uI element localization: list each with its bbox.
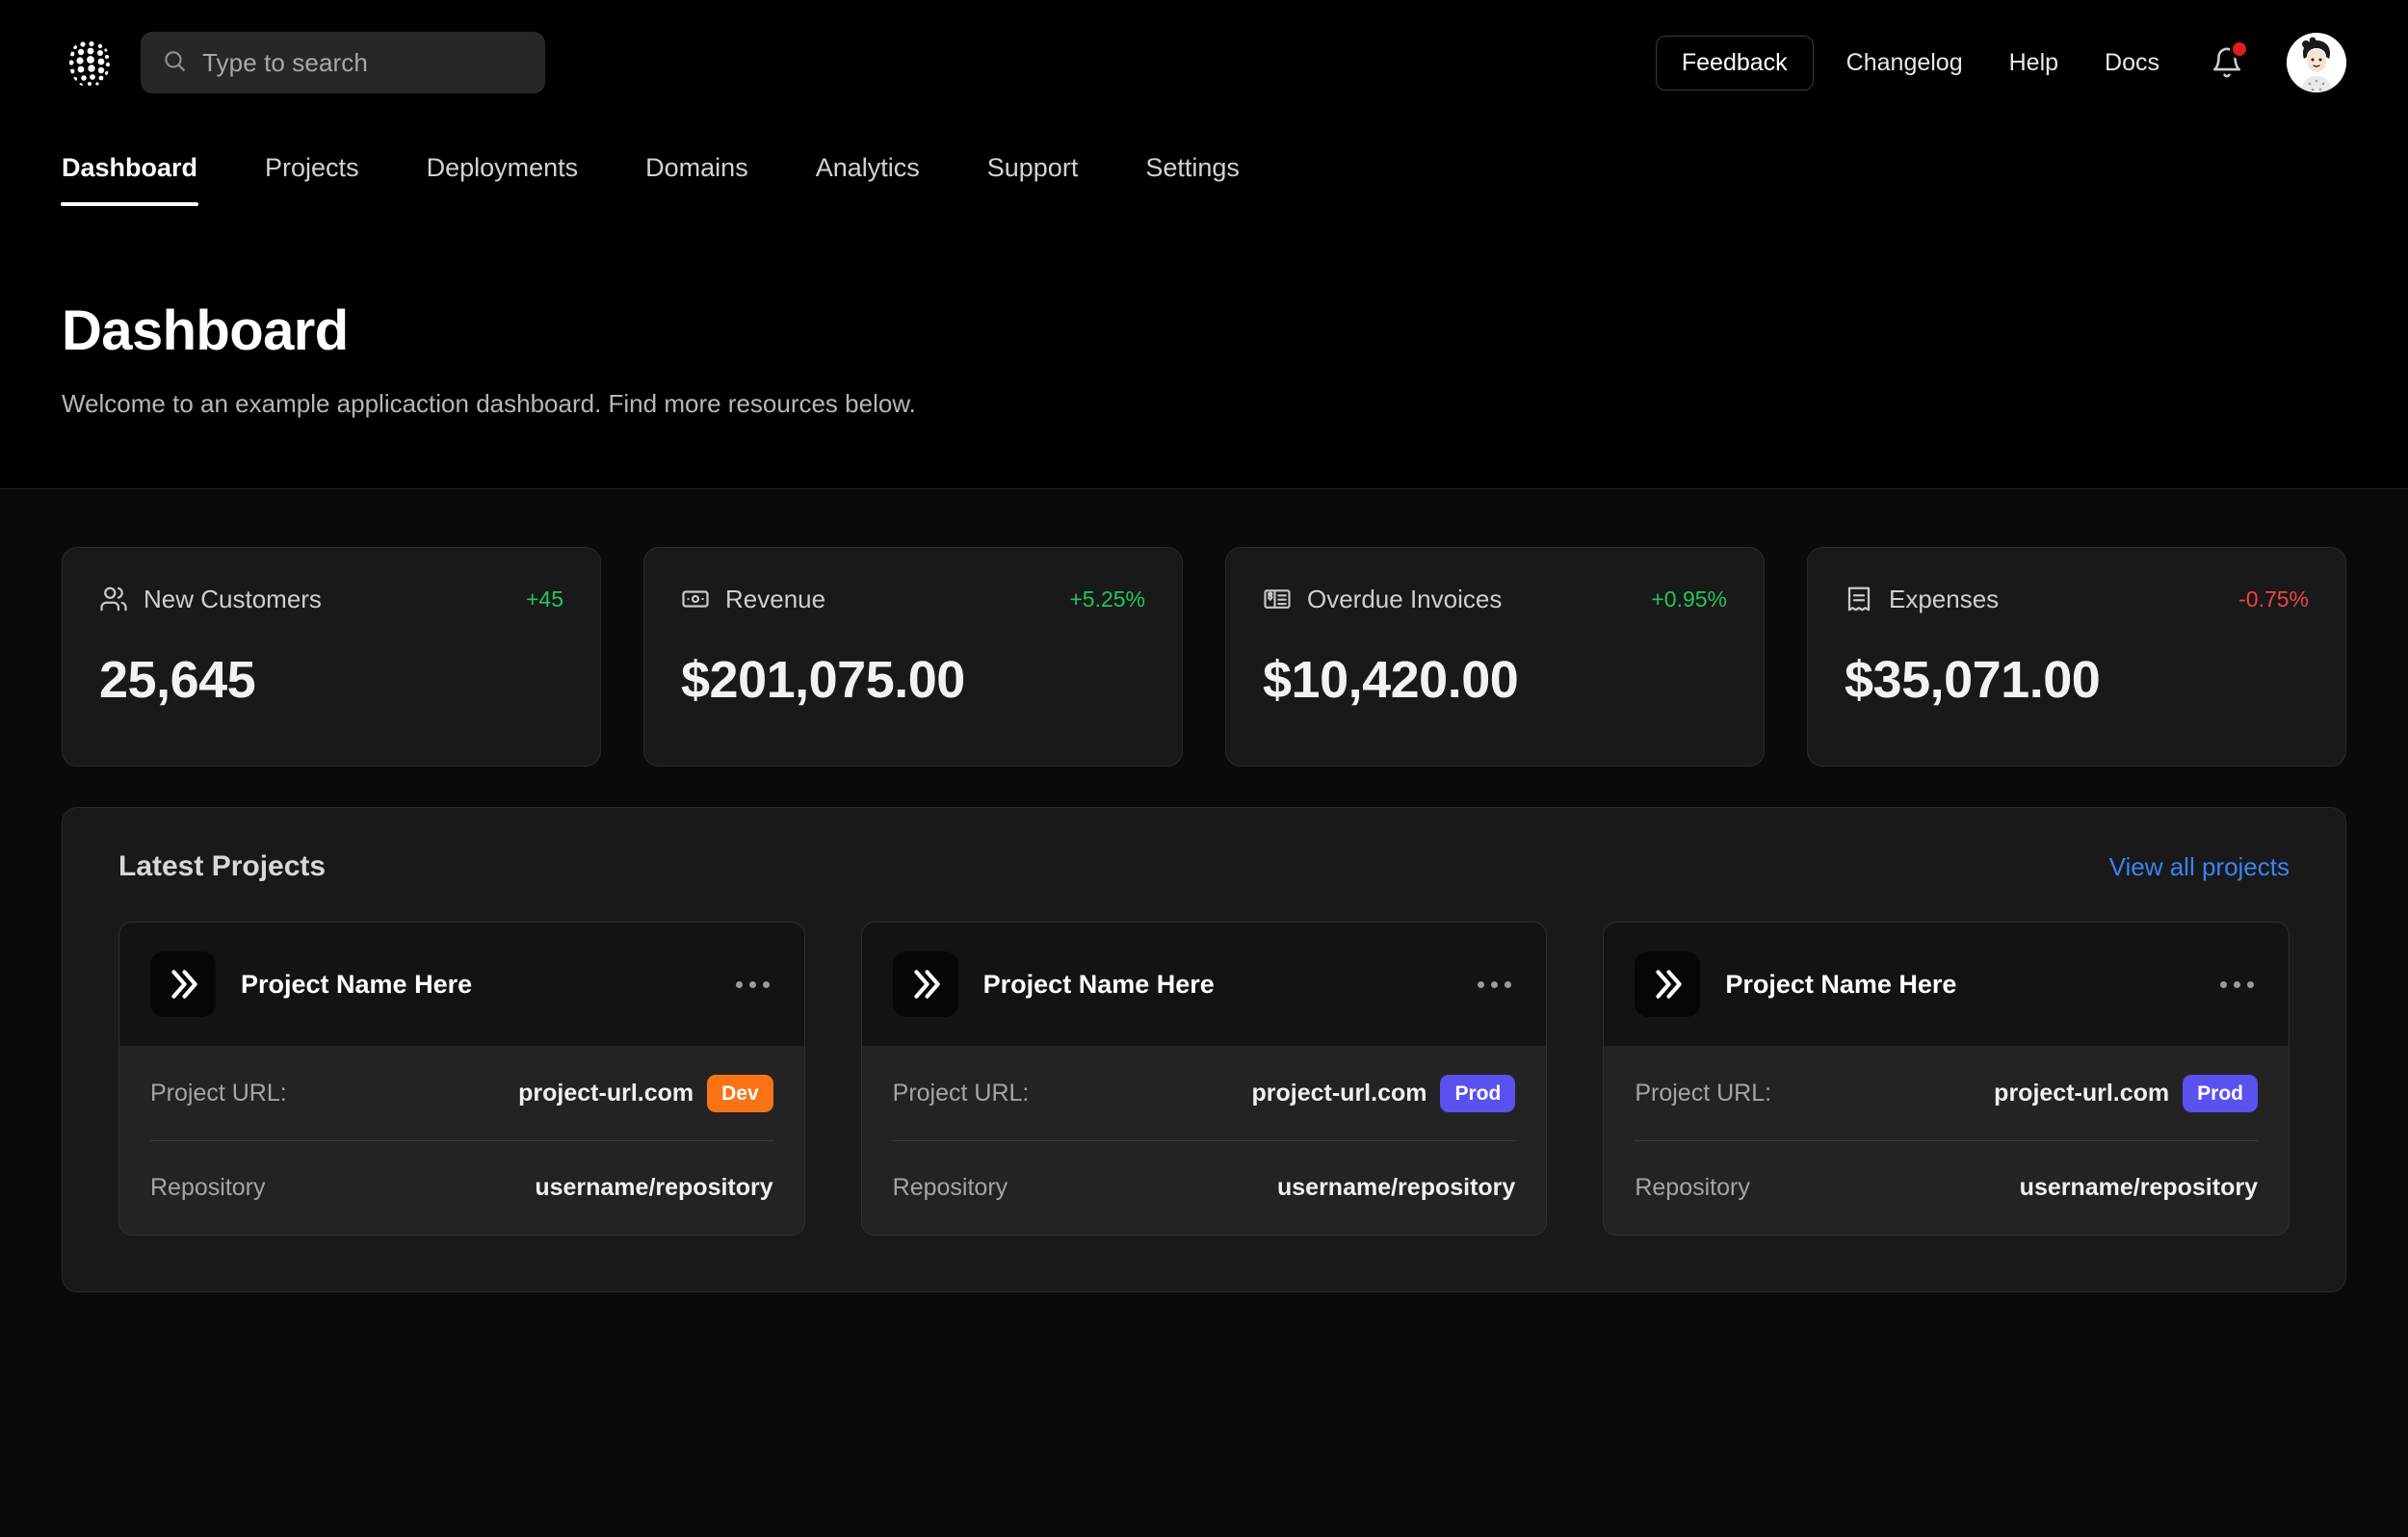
repository-value: username/repository bbox=[535, 1174, 773, 1201]
stat-card-overdue-invoices[interactable]: Overdue Invoices +0.95% $10,420.00 bbox=[1225, 547, 1765, 767]
repository-value: username/repository bbox=[1277, 1174, 1516, 1201]
app-header: Type to search Feedback Changelog Help D… bbox=[0, 0, 2408, 489]
stat-header: New Customers +45 bbox=[99, 585, 563, 613]
ellipsis-icon[interactable] bbox=[732, 972, 773, 998]
status-badge: Dev bbox=[707, 1074, 773, 1112]
stat-label: Expenses bbox=[1889, 585, 2000, 613]
project-card[interactable]: Project Name Here Project URL: project-u… bbox=[118, 922, 805, 1236]
repository-value: username/repository bbox=[2019, 1174, 2258, 1201]
tab-analytics[interactable]: Analytics bbox=[816, 155, 920, 206]
stat-value: $201,075.00 bbox=[681, 651, 965, 709]
status-badge: Prod bbox=[2183, 1074, 2258, 1112]
projects-grid: Project Name Here Project URL: project-u… bbox=[118, 922, 2290, 1236]
stat-header: Overdue Invoices +0.95% bbox=[1263, 585, 1727, 613]
panel-header: Latest Projects View all projects bbox=[118, 852, 2290, 881]
stat-card-revenue[interactable]: Revenue +5.25% $201,075.00 bbox=[643, 547, 1183, 767]
top-bar: Type to search Feedback Changelog Help D… bbox=[0, 0, 2408, 125]
project-url-value: project-url.com Dev bbox=[518, 1074, 773, 1112]
tab-domains[interactable]: Domains bbox=[645, 155, 748, 206]
stat-delta: +45 bbox=[525, 586, 563, 612]
ellipsis-icon[interactable] bbox=[2216, 972, 2258, 998]
project-url-row: Project URL: project-url.com Dev bbox=[150, 1046, 773, 1140]
stat-card-new-customers[interactable]: New Customers +45 25,645 bbox=[62, 547, 601, 767]
stat-delta: -0.75% bbox=[2238, 586, 2309, 612]
stat-header: Expenses -0.75% bbox=[1845, 585, 2309, 613]
project-repository-row: Repository username/repository bbox=[892, 1140, 1516, 1235]
search-placeholder: Type to search bbox=[202, 47, 368, 77]
search-icon bbox=[162, 48, 187, 78]
latest-projects-title: Latest Projects bbox=[118, 850, 327, 882]
view-all-projects-link[interactable]: View all projects bbox=[2109, 854, 2290, 879]
tab-projects[interactable]: Projects bbox=[265, 155, 359, 206]
project-card-header: Project Name Here bbox=[119, 923, 804, 1046]
project-url-label: Project URL: bbox=[1635, 1079, 1772, 1107]
project-name: Project Name Here bbox=[982, 969, 1215, 999]
project-card-body: Project URL: project-url.com Prod Reposi… bbox=[1604, 1046, 2289, 1235]
status-badge: Prod bbox=[1440, 1074, 1516, 1112]
project-card-body: Project URL: project-url.com Dev Reposit… bbox=[119, 1046, 804, 1235]
notification-badge-dot bbox=[2230, 39, 2249, 59]
notifications-button[interactable] bbox=[2206, 39, 2249, 84]
stats-row: New Customers +45 25,645 Revenue +5.25% … bbox=[62, 547, 2346, 767]
project-card-header: Project Name Here bbox=[861, 923, 1547, 1046]
tab-support[interactable]: Support bbox=[987, 155, 1079, 206]
stat-label: Overdue Invoices bbox=[1307, 585, 1503, 613]
stat-label: Revenue bbox=[725, 585, 826, 613]
main-content: New Customers +45 25,645 Revenue +5.25% … bbox=[0, 489, 2408, 1292]
stat-delta: +5.25% bbox=[1069, 586, 1145, 612]
project-name: Project Name Here bbox=[1725, 969, 1957, 999]
users-icon bbox=[99, 585, 128, 613]
chevrons-right-icon bbox=[150, 951, 216, 1017]
stat-value: $35,071.00 bbox=[1845, 651, 2101, 709]
nav-link-changelog[interactable]: Changelog bbox=[1846, 50, 1963, 75]
stat-value: 25,645 bbox=[99, 651, 256, 709]
project-url-value: project-url.com Prod bbox=[1251, 1074, 1516, 1112]
project-card-header: Project Name Here bbox=[1604, 923, 2289, 1046]
invoice-icon bbox=[1263, 585, 1292, 613]
chevrons-right-icon bbox=[892, 951, 958, 1017]
tab-settings[interactable]: Settings bbox=[1145, 155, 1240, 206]
project-url-text: project-url.com bbox=[518, 1079, 694, 1107]
project-url-value: project-url.com Prod bbox=[1994, 1074, 2258, 1112]
page-title: Dashboard bbox=[62, 300, 349, 362]
project-card-body: Project URL: project-url.com Prod Reposi… bbox=[861, 1046, 1547, 1235]
page-heading-block: Dashboard Welcome to an example applicac… bbox=[0, 206, 2408, 421]
project-url-label: Project URL: bbox=[150, 1079, 287, 1107]
stat-label: New Customers bbox=[144, 585, 322, 613]
project-name: Project Name Here bbox=[241, 969, 473, 999]
project-card[interactable]: Project Name Here Project URL: project-u… bbox=[1603, 922, 2290, 1236]
repository-label: Repository bbox=[150, 1174, 266, 1201]
latest-projects-panel: Latest Projects View all projects Projec… bbox=[62, 807, 2346, 1292]
banknote-icon bbox=[681, 585, 710, 613]
repository-label: Repository bbox=[1635, 1174, 1750, 1201]
stat-delta: +0.95% bbox=[1651, 586, 1727, 612]
halftone-sphere-logo[interactable] bbox=[62, 35, 118, 91]
page-subtitle: Welcome to an example applicaction dashb… bbox=[62, 388, 916, 418]
tab-dashboard[interactable]: Dashboard bbox=[60, 155, 199, 206]
project-url-text: project-url.com bbox=[1251, 1079, 1427, 1107]
tab-deployments[interactable]: Deployments bbox=[427, 155, 579, 206]
search-input[interactable]: Type to search bbox=[141, 32, 545, 93]
repository-label: Repository bbox=[892, 1174, 1008, 1201]
ellipsis-icon[interactable] bbox=[1474, 972, 1515, 998]
receipt-icon bbox=[1845, 585, 1873, 613]
main-tabs: Dashboard Projects Deployments Domains A… bbox=[0, 125, 2408, 206]
project-url-row: Project URL: project-url.com Prod bbox=[893, 1046, 1516, 1140]
top-bar-actions: Feedback Changelog Help Docs bbox=[1655, 33, 2346, 92]
project-url-label: Project URL: bbox=[892, 1079, 1030, 1107]
project-card[interactable]: Project Name Here Project URL: project-u… bbox=[860, 922, 1548, 1236]
project-repository-row: Repository username/repository bbox=[150, 1140, 773, 1235]
stat-card-expenses[interactable]: Expenses -0.75% $35,071.00 bbox=[1807, 547, 2346, 767]
project-url-row: Project URL: project-url.com Prod bbox=[1635, 1046, 2258, 1140]
nav-link-docs[interactable]: Docs bbox=[2105, 50, 2159, 75]
chevrons-right-icon bbox=[1635, 951, 1701, 1017]
nav-link-help[interactable]: Help bbox=[2009, 50, 2058, 75]
avatar[interactable] bbox=[2287, 33, 2346, 92]
stat-value: $10,420.00 bbox=[1263, 651, 1519, 709]
project-repository-row: Repository username/repository bbox=[1635, 1140, 2258, 1235]
project-url-text: project-url.com bbox=[1994, 1079, 2170, 1107]
feedback-button[interactable]: Feedback bbox=[1655, 35, 1814, 91]
stat-header: Revenue +5.25% bbox=[681, 585, 1145, 613]
